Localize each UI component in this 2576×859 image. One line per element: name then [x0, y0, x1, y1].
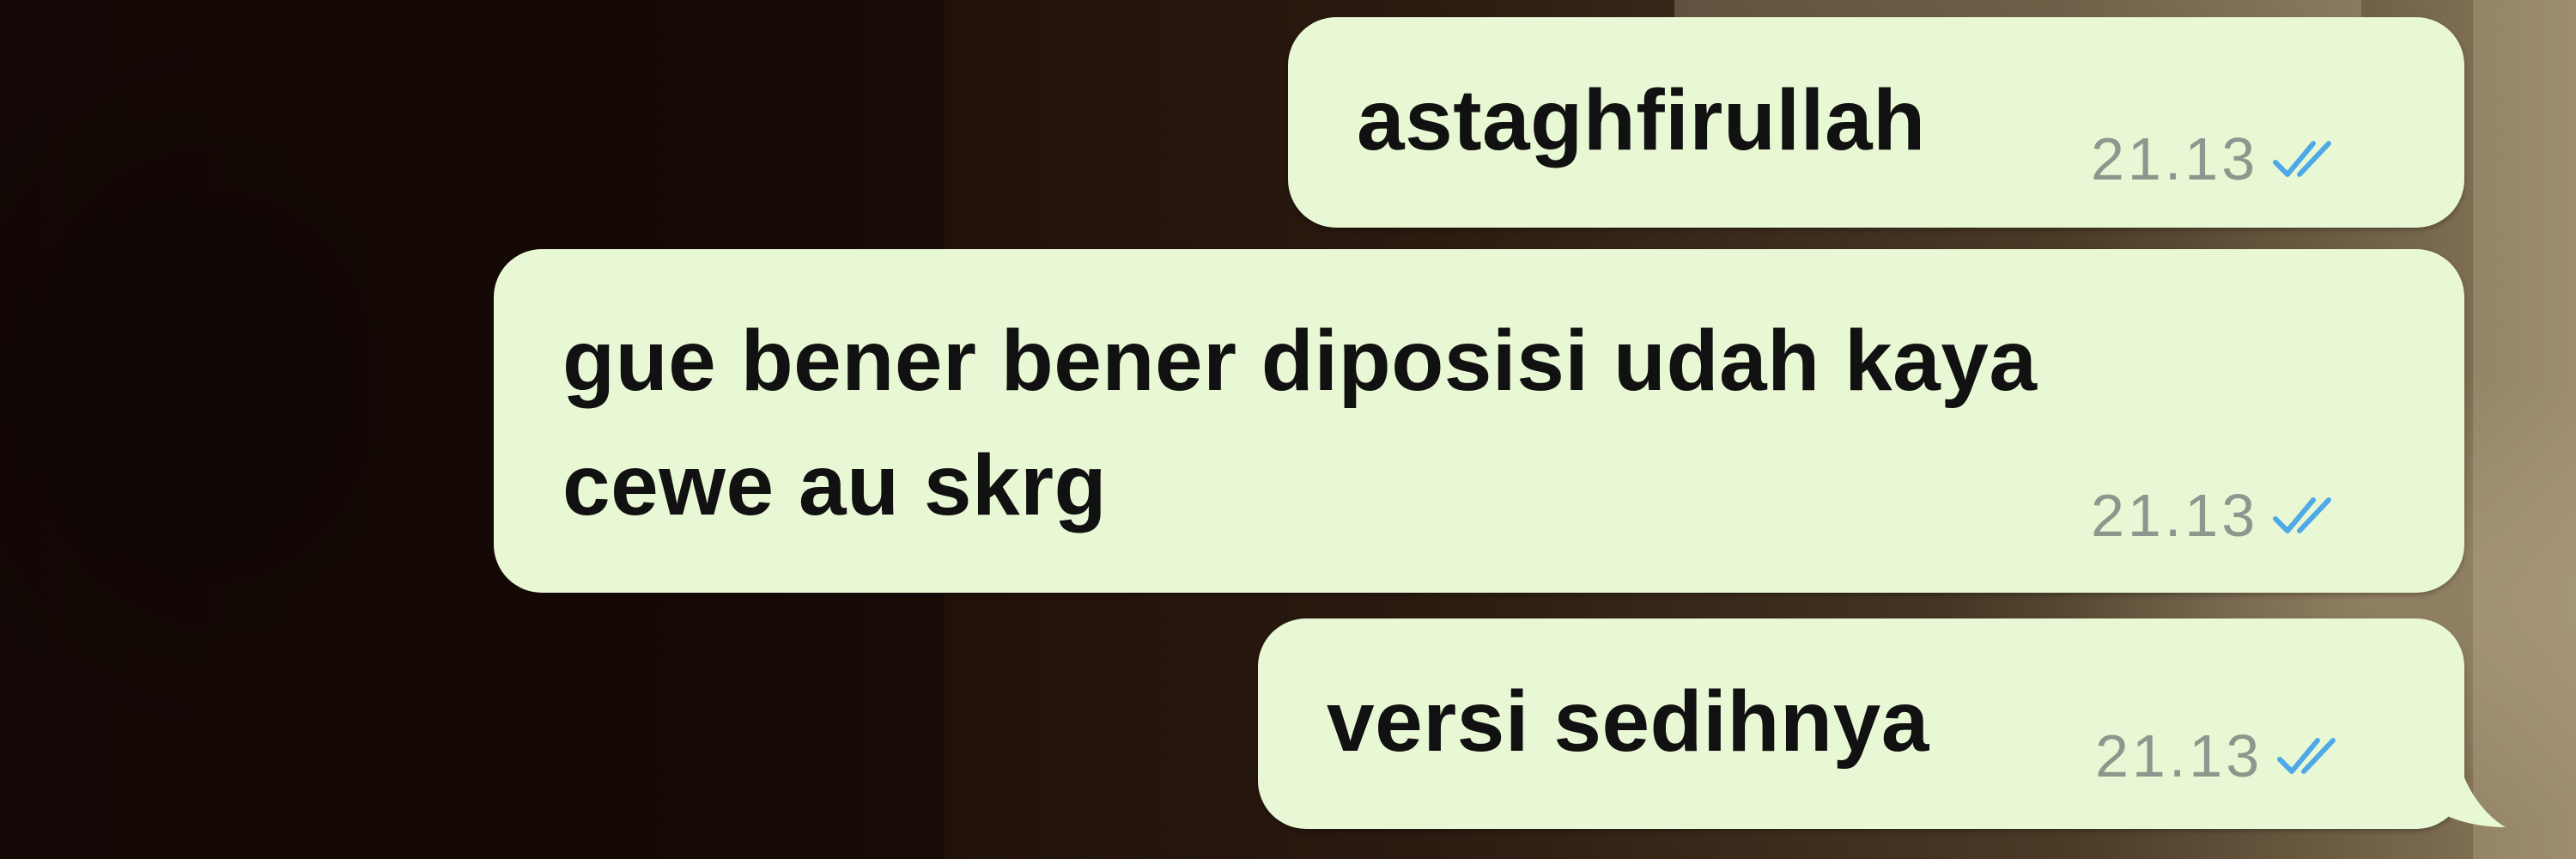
message-text-line-1: gue bener bener diposisi udah kaya — [562, 313, 2038, 409]
double-check-icon — [2277, 738, 2336, 774]
outgoing-message[interactable]: versi sedihnya 21.13 — [1258, 618, 2464, 829]
message-meta: 21.13 — [2091, 481, 2354, 550]
outgoing-message[interactable]: gue bener bener diposisi udah kaya cewe … — [494, 249, 2464, 593]
outgoing-message[interactable]: astaghfirullah 21.13 — [1288, 17, 2464, 228]
message-meta: 21.13 — [2091, 125, 2354, 193]
bubble-tail — [2430, 777, 2506, 827]
message-time: 21.13 — [2091, 125, 2259, 192]
message-time: 21.13 — [2095, 722, 2263, 789]
message-text-line-2: cewe au skrg — [562, 437, 1108, 533]
double-check-icon — [2273, 497, 2332, 533]
message-time: 21.13 — [2091, 482, 2259, 549]
message-text: astaghfirullah — [1357, 72, 1926, 168]
chat-messages: astaghfirullah 21.13 gue bener bener dip… — [0, 0, 2576, 859]
double-check-icon — [2273, 141, 2332, 177]
message-text: versi sedihnya — [1327, 673, 1929, 770]
message-meta: 21.13 — [2095, 722, 2359, 790]
